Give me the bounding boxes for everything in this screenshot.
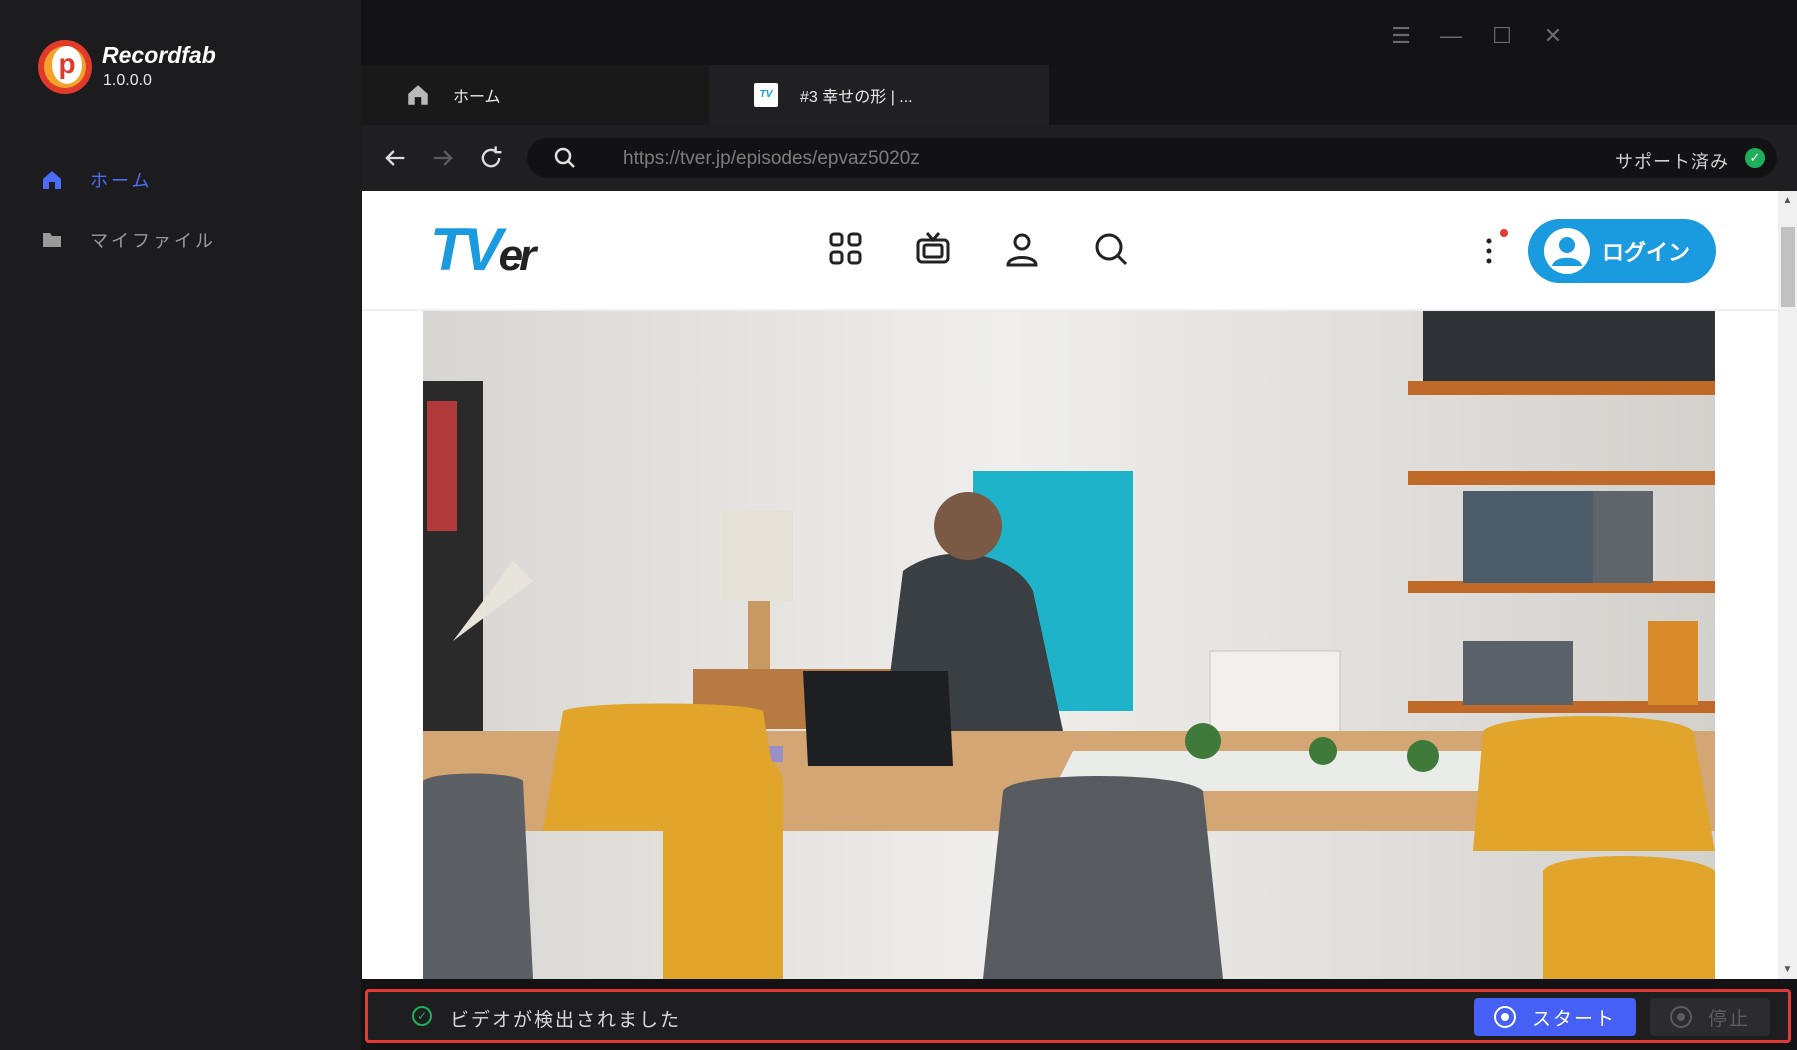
url-text: https://tver.jp/episodes/epvaz5020z — [623, 148, 920, 169]
sidebar: Recordfab 1.0.0.0 ホーム マイファイル — [0, 0, 361, 1050]
address-bar: https://tver.jp/episodes/epvaz5020z サポート… — [361, 125, 1797, 191]
account-avatar-icon — [1544, 228, 1590, 274]
app-name: Recordfab — [102, 42, 216, 68]
scrollbar-thumb[interactable] — [1781, 227, 1795, 307]
support-status: サポート済み — [1615, 152, 1729, 172]
tab-label: ホーム — [453, 89, 501, 106]
recordfab-logo — [38, 40, 92, 94]
tver-header: TVer ログイン — [362, 191, 1778, 311]
stop-button[interactable]: 停止 — [1650, 998, 1770, 1036]
tab-label: #3 幸せの形 | ... — [800, 89, 913, 106]
scroll-up-icon[interactable]: ▲ — [1778, 195, 1797, 206]
home-icon — [408, 85, 428, 105]
tab-home[interactable]: ホーム — [361, 65, 709, 125]
record-icon — [1494, 1006, 1516, 1028]
check-circle-icon: ✓ — [1745, 148, 1765, 168]
login-button[interactable]: ログイン — [1528, 219, 1716, 283]
video-frame — [423, 311, 1715, 979]
tab-tver-episode[interactable]: TV #3 幸せの形 | ... — [709, 65, 1049, 125]
maximize-icon[interactable]: ☐ — [1490, 24, 1514, 48]
tver-logo[interactable]: TVer — [430, 215, 536, 284]
vertical-scrollbar[interactable]: ▲ ▼ — [1778, 191, 1797, 979]
search-icon[interactable] — [1093, 231, 1129, 267]
more-dots-icon[interactable] — [1485, 231, 1493, 275]
tv-icon[interactable] — [915, 231, 951, 267]
sidebar-item-my-files[interactable]: マイファイル — [40, 225, 216, 255]
home-icon — [43, 171, 61, 189]
minimize-icon[interactable]: — — [1439, 24, 1463, 48]
sidebar-item-home[interactable]: ホーム — [40, 165, 152, 195]
detection-message: ビデオが検出されました — [450, 1010, 682, 1031]
record-icon — [1670, 1006, 1692, 1028]
app-version: 1.0.0.0 — [103, 72, 152, 89]
user-icon[interactable] — [1004, 231, 1040, 267]
refresh-icon[interactable] — [477, 144, 505, 172]
scroll-down-icon[interactable]: ▼ — [1778, 964, 1797, 975]
detection-status-bar: ✓ ビデオが検出されました スタート 停止 — [365, 989, 1791, 1043]
folder-icon — [43, 233, 61, 247]
search-icon — [554, 147, 575, 168]
sidebar-item-label: ホーム — [90, 171, 153, 191]
tab-bar: ホーム TV #3 幸せの形 | ... — [361, 65, 1797, 125]
url-field[interactable]: https://tver.jp/episodes/epvaz5020z サポート… — [527, 138, 1777, 178]
back-arrow-icon[interactable] — [381, 144, 409, 172]
forward-arrow-icon[interactable] — [429, 144, 457, 172]
video-player[interactable] — [423, 311, 1715, 979]
start-button[interactable]: スタート — [1474, 998, 1636, 1036]
sidebar-item-label: マイファイル — [90, 231, 216, 251]
close-icon[interactable]: ✕ — [1541, 24, 1565, 48]
tver-favicon-icon: TV — [754, 83, 778, 107]
check-circle-icon: ✓ — [412, 1006, 432, 1026]
menu-icon[interactable]: ☰ — [1389, 24, 1413, 48]
browser-area: ☰ — ☐ ✕ ホーム TV #3 幸せの形 | ... https://tve… — [361, 0, 1797, 1050]
webpage-view: TVer ログイン — [362, 191, 1778, 979]
notification-dot — [1500, 229, 1508, 237]
grid-menu-icon[interactable] — [828, 231, 864, 267]
